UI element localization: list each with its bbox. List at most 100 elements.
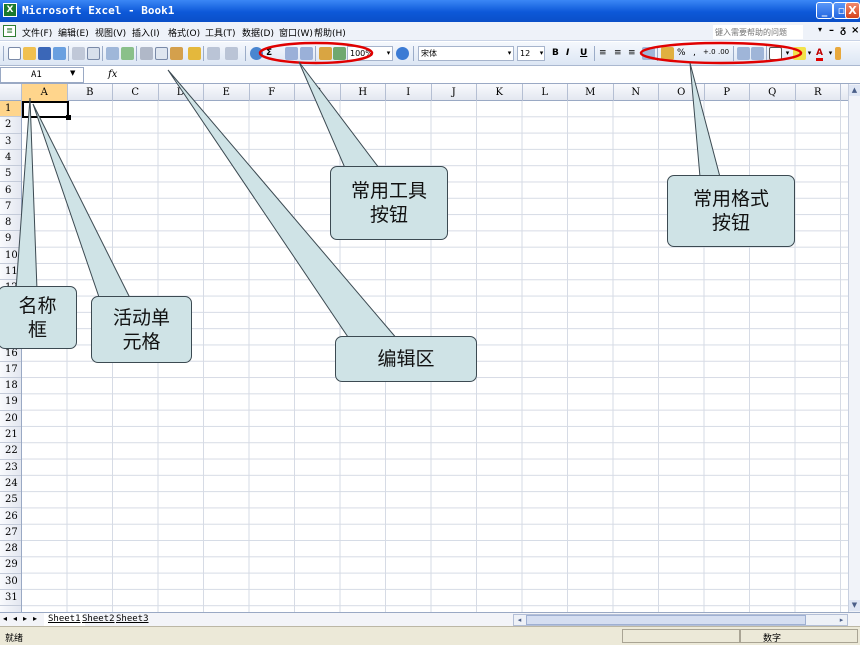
comma-button[interactable]: , [693, 48, 696, 58]
menu-window[interactable]: 窗口(W) [279, 26, 313, 39]
row-header-24[interactable]: 24 [0, 476, 21, 493]
insert-function-icon[interactable]: fx [108, 69, 117, 80]
hyperlink-icon[interactable] [250, 47, 263, 60]
row-header-5[interactable]: 5 [0, 166, 21, 183]
increase-decimal-icon[interactable]: +.0 [703, 48, 716, 56]
column-header-a[interactable]: A [22, 84, 68, 101]
active-cell[interactable] [22, 101, 71, 120]
toolbar-options-icon[interactable] [835, 47, 841, 60]
row-header-8[interactable]: 8 [0, 215, 21, 232]
row-header-17[interactable]: 17 [0, 362, 21, 379]
column-header-m[interactable]: M [568, 84, 614, 101]
first-sheet-icon[interactable]: ◂ [3, 614, 7, 623]
column-header-r[interactable]: R [796, 84, 841, 101]
row-header-10[interactable]: 10 [0, 248, 21, 264]
row-header-18[interactable]: 18 [0, 378, 21, 395]
bold-button[interactable]: B [552, 48, 559, 58]
row-header-30[interactable]: 30 [0, 574, 21, 590]
new-icon[interactable] [8, 47, 21, 60]
tab-sheet3[interactable]: Sheet3 [112, 613, 153, 626]
prev-sheet-icon[interactable]: ◂ [13, 614, 17, 623]
name-box-dropdown-icon[interactable]: ▼ [70, 69, 75, 77]
restore-icon[interactable]: ᵹ [840, 25, 846, 36]
zoom-dropdown-icon[interactable]: ▾ [384, 46, 393, 61]
font-name-select[interactable]: 宋体 [418, 46, 514, 61]
next-sheet-icon[interactable]: ▸ [23, 614, 27, 623]
print-preview-icon[interactable] [87, 47, 100, 60]
decrease-decimal-icon[interactable]: .00 [718, 48, 729, 56]
copy-icon[interactable] [155, 47, 168, 60]
column-header-k[interactable]: K [477, 84, 523, 101]
column-header-f[interactable]: F [250, 84, 295, 101]
row-header-1[interactable]: 1 [0, 101, 21, 118]
minimize-icon[interactable]: – [829, 25, 834, 36]
row-header-19[interactable]: 19 [0, 394, 21, 411]
workbook-icon[interactable]: ≣ [3, 25, 16, 37]
sort-ascending-icon[interactable] [285, 47, 298, 60]
column-header-d[interactable]: D [159, 84, 204, 101]
row-header-25[interactable]: 25 [0, 492, 21, 509]
menu-view[interactable]: 视图(V) [95, 26, 126, 39]
spelling-icon[interactable] [106, 47, 119, 60]
column-header-e[interactable]: E [204, 84, 250, 101]
vertical-scrollbar[interactable]: ▲ ▼ [848, 84, 860, 612]
menu-tools[interactable]: 工具(T) [205, 26, 236, 39]
help-search-input[interactable] [713, 25, 803, 39]
column-header-h[interactable]: H [341, 84, 386, 101]
select-all-corner[interactable] [0, 84, 22, 101]
row-header-9[interactable]: 9 [0, 231, 21, 248]
scroll-down-icon[interactable]: ▼ [849, 600, 860, 611]
row-header-4[interactable]: 4 [0, 150, 21, 167]
borders-icon[interactable] [769, 47, 782, 60]
menu-format[interactable]: 格式(O) [168, 26, 200, 39]
research-icon[interactable] [121, 47, 134, 60]
italic-button[interactable]: I [566, 48, 569, 58]
format-painter-icon[interactable] [188, 47, 201, 60]
underline-button[interactable]: U [580, 48, 587, 58]
column-header-b[interactable]: B [68, 84, 113, 101]
row-header-6[interactable]: 6 [0, 183, 21, 199]
column-header-p[interactable]: P [705, 84, 750, 101]
chevron-down-icon[interactable]: ▾ [818, 25, 822, 34]
drawing-icon[interactable] [333, 47, 346, 60]
column-header-i[interactable]: I [386, 84, 432, 101]
row-header-20[interactable]: 20 [0, 411, 21, 427]
row-header-2[interactable]: 2 [0, 117, 21, 134]
align-right-icon[interactable]: ≡ [628, 48, 636, 58]
horizontal-scrollbar[interactable]: ◂ ▸ [513, 614, 848, 626]
column-header-j[interactable]: J [432, 84, 477, 101]
column-header-o[interactable]: O [659, 84, 705, 101]
chart-wizard-icon[interactable] [319, 47, 332, 60]
column-header-q[interactable]: Q [750, 84, 796, 101]
menu-data[interactable]: 数据(D) [242, 26, 274, 39]
increase-indent-icon[interactable] [751, 47, 764, 60]
formula-input[interactable] [122, 67, 860, 83]
column-header-c[interactable]: C [113, 84, 159, 101]
menu-insert[interactable]: 插入(I) [132, 26, 160, 39]
row-header-31[interactable]: 31 [0, 590, 21, 607]
currency-icon[interactable] [661, 47, 674, 60]
undo-icon[interactable] [207, 47, 220, 60]
print-icon[interactable] [72, 47, 85, 60]
row-header-3[interactable]: 3 [0, 134, 21, 150]
borders-dropdown-icon[interactable]: ▾ [783, 46, 792, 61]
percent-button[interactable]: % [677, 48, 686, 58]
save-icon[interactable] [38, 47, 51, 60]
font-size-dropdown-icon[interactable]: ▾ [537, 46, 546, 61]
scroll-right-icon[interactable]: ▸ [836, 615, 847, 625]
column-header-l[interactable]: L [523, 84, 568, 101]
decrease-indent-icon[interactable] [737, 47, 750, 60]
redo-icon[interactable] [225, 47, 238, 60]
open-icon[interactable] [23, 47, 36, 60]
column-header-n[interactable]: N [614, 84, 659, 101]
autosum-icon[interactable]: Σ [266, 48, 272, 58]
font-color-icon[interactable]: A [816, 48, 823, 61]
paste-icon[interactable] [170, 47, 183, 60]
font-color-dropdown-icon[interactable]: ▾ [826, 46, 835, 61]
menu-help[interactable]: 帮助(H) [314, 26, 346, 39]
sort-descending-icon[interactable] [300, 47, 313, 60]
row-header-29[interactable]: 29 [0, 557, 21, 574]
row-header-26[interactable]: 26 [0, 509, 21, 525]
fill-color-dropdown-icon[interactable]: ▾ [805, 46, 814, 61]
align-center-icon[interactable]: ≡ [614, 48, 622, 58]
